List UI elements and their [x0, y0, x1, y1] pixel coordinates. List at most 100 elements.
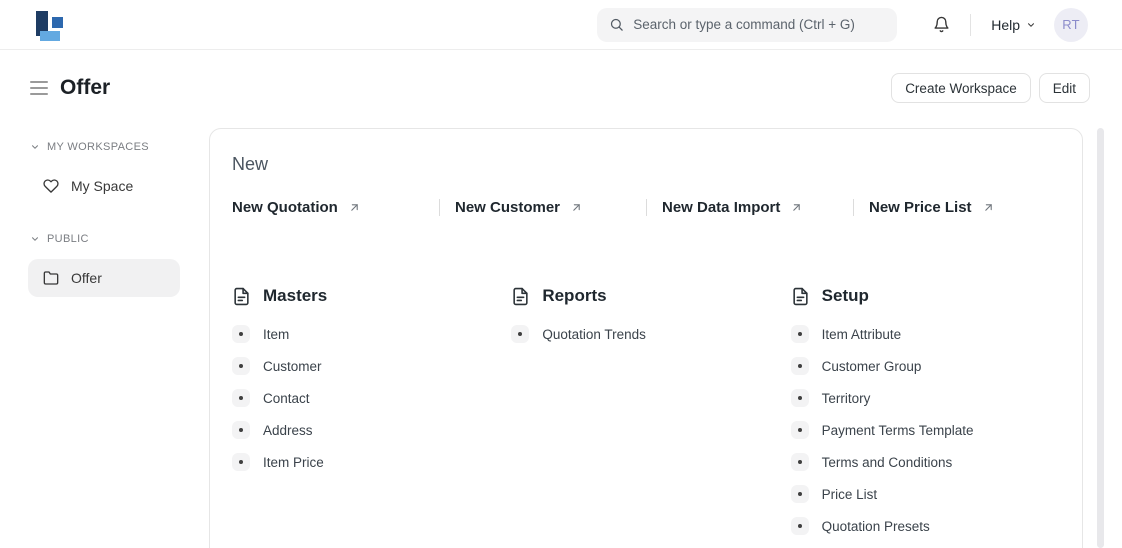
arrow-up-right-icon	[570, 201, 583, 214]
link-list: Quotation Trends	[511, 318, 780, 350]
links-column-masters: Masters Item Customer Contact Address Item Pr…	[232, 286, 501, 542]
link-label: Customer	[263, 358, 322, 374]
link-list: Item Customer Contact Address Item Price	[232, 318, 501, 478]
link-terms-and-conditions[interactable]: Terms and Conditions	[790, 446, 1060, 478]
column-header-setup: Setup	[791, 286, 1060, 306]
bullet-icon	[790, 485, 809, 503]
bullet-icon	[790, 421, 809, 439]
chevron-down-icon	[1026, 20, 1036, 30]
column-title: Setup	[821, 286, 869, 305]
edit-button[interactable]: Edit	[1038, 73, 1090, 103]
link-item[interactable]: Item	[232, 318, 501, 350]
link-item-price[interactable]: Item Price	[232, 446, 501, 478]
column-title: Masters	[263, 286, 328, 305]
help-menu[interactable]: Help	[985, 13, 1042, 37]
new-section-title: New	[232, 154, 269, 174]
content: MY WORKSPACES My Space PUBLIC Offer New …	[0, 117, 1122, 548]
sidebar-item-label: My Space	[71, 178, 134, 194]
bullet-icon	[232, 325, 250, 343]
link-payment-terms-template[interactable]: Payment Terms Template	[790, 414, 1060, 446]
link-label: Contact	[263, 390, 310, 406]
navbar: Help RT	[0, 0, 1122, 50]
sidebar-item-my-space[interactable]: My Space	[28, 167, 180, 205]
link-label: Quotation Presets	[821, 518, 930, 534]
bullet-icon	[790, 389, 809, 407]
bullet-icon	[511, 325, 530, 343]
file-text-icon	[511, 287, 530, 306]
links-column-setup: Setup Item Attribute Customer Group Territo…	[790, 286, 1060, 542]
shortcut-new-customer[interactable]: New Customer	[439, 199, 646, 216]
search-input[interactable]	[633, 17, 886, 32]
chevron-down-icon	[30, 142, 40, 152]
link-label: Territory	[821, 390, 871, 406]
page-header: Offer Create Workspace Edit	[0, 50, 1122, 103]
heart-icon	[43, 178, 59, 194]
links-column-reports: Reports Quotation Trends	[511, 286, 780, 542]
sidebar-section-label: MY WORKSPACES	[47, 141, 149, 153]
column-title: Reports	[542, 286, 607, 305]
bullet-icon	[232, 453, 250, 471]
arrow-up-right-icon	[982, 201, 995, 214]
bullet-icon	[232, 357, 250, 375]
column-header-reports: Reports	[511, 286, 780, 306]
create-workspace-button[interactable]: Create Workspace	[891, 73, 1031, 103]
sidebar-section-label: PUBLIC	[47, 233, 89, 245]
navbar-right: Help RT	[929, 7, 1088, 42]
sidebar-item-label: Offer	[71, 270, 102, 286]
divider	[970, 13, 972, 36]
link-contact[interactable]: Contact	[232, 382, 501, 414]
bullet-icon	[232, 421, 250, 439]
link-label: Item Price	[263, 454, 324, 470]
bullet-icon	[232, 389, 250, 407]
link-customer-group[interactable]: Customer Group	[790, 350, 1060, 382]
link-label: Item	[263, 326, 290, 342]
shortcut-new-price-list[interactable]: New Price List	[853, 199, 1060, 216]
shortcut-label: New Data Import	[662, 199, 781, 216]
file-text-icon	[791, 287, 810, 306]
link-customer[interactable]: Customer	[232, 350, 501, 382]
bullet-icon	[790, 453, 809, 471]
shortcut-label: New Quotation	[232, 199, 338, 216]
vertical-scrollbar[interactable]	[1097, 128, 1104, 548]
link-label: Price List	[821, 486, 878, 502]
link-quotation-presets[interactable]: Quotation Presets	[790, 510, 1060, 542]
sidebar-toggle-icon[interactable]	[30, 77, 48, 99]
links-columns: Masters Item Customer Contact Address Item Pr…	[232, 286, 1060, 542]
link-territory[interactable]: Territory	[790, 382, 1060, 414]
link-price-list[interactable]: Price List	[790, 478, 1060, 510]
workspace-card: New New Quotation New Customer New Data Im…	[209, 128, 1083, 548]
app-logo[interactable]	[30, 9, 63, 41]
search-icon	[609, 17, 624, 32]
shortcut-new-quotation[interactable]: New Quotation	[232, 199, 439, 216]
link-item-attribute[interactable]: Item Attribute	[790, 318, 1060, 350]
help-label: Help	[991, 16, 1020, 33]
link-address[interactable]: Address	[232, 414, 501, 446]
chevron-down-icon	[30, 234, 40, 244]
link-label: Customer Group	[821, 358, 922, 374]
file-text-icon	[232, 287, 251, 306]
link-label: Quotation Trends	[542, 326, 646, 342]
logo-shape	[40, 30, 60, 41]
bullet-icon	[790, 357, 809, 375]
sidebar-item-offer[interactable]: Offer	[28, 259, 180, 297]
link-label: Terms and Conditions	[821, 454, 953, 470]
sidebar-section-my-workspaces[interactable]: MY WORKSPACES	[28, 141, 180, 153]
shortcut-new-data-import[interactable]: New Data Import	[646, 199, 853, 216]
logo-shape	[52, 16, 63, 28]
page-header-buttons: Create Workspace Edit	[891, 73, 1090, 103]
link-list: Item Attribute Customer Group Territory Pay…	[790, 318, 1060, 542]
global-search[interactable]	[597, 7, 898, 42]
workspace-sidebar: MY WORKSPACES My Space PUBLIC Offer	[28, 117, 180, 297]
link-label: Address	[263, 422, 313, 438]
link-quotation-trends[interactable]: Quotation Trends	[511, 318, 780, 350]
notifications-button[interactable]	[929, 12, 954, 37]
sidebar-section-public[interactable]: PUBLIC	[28, 233, 180, 245]
arrow-up-right-icon	[790, 201, 803, 214]
avatar[interactable]: RT	[1054, 7, 1088, 42]
bell-icon	[933, 16, 950, 33]
bullet-icon	[790, 517, 809, 535]
column-header-masters: Masters	[232, 286, 501, 306]
arrow-up-right-icon	[348, 201, 361, 214]
avatar-initials: RT	[1062, 17, 1080, 32]
